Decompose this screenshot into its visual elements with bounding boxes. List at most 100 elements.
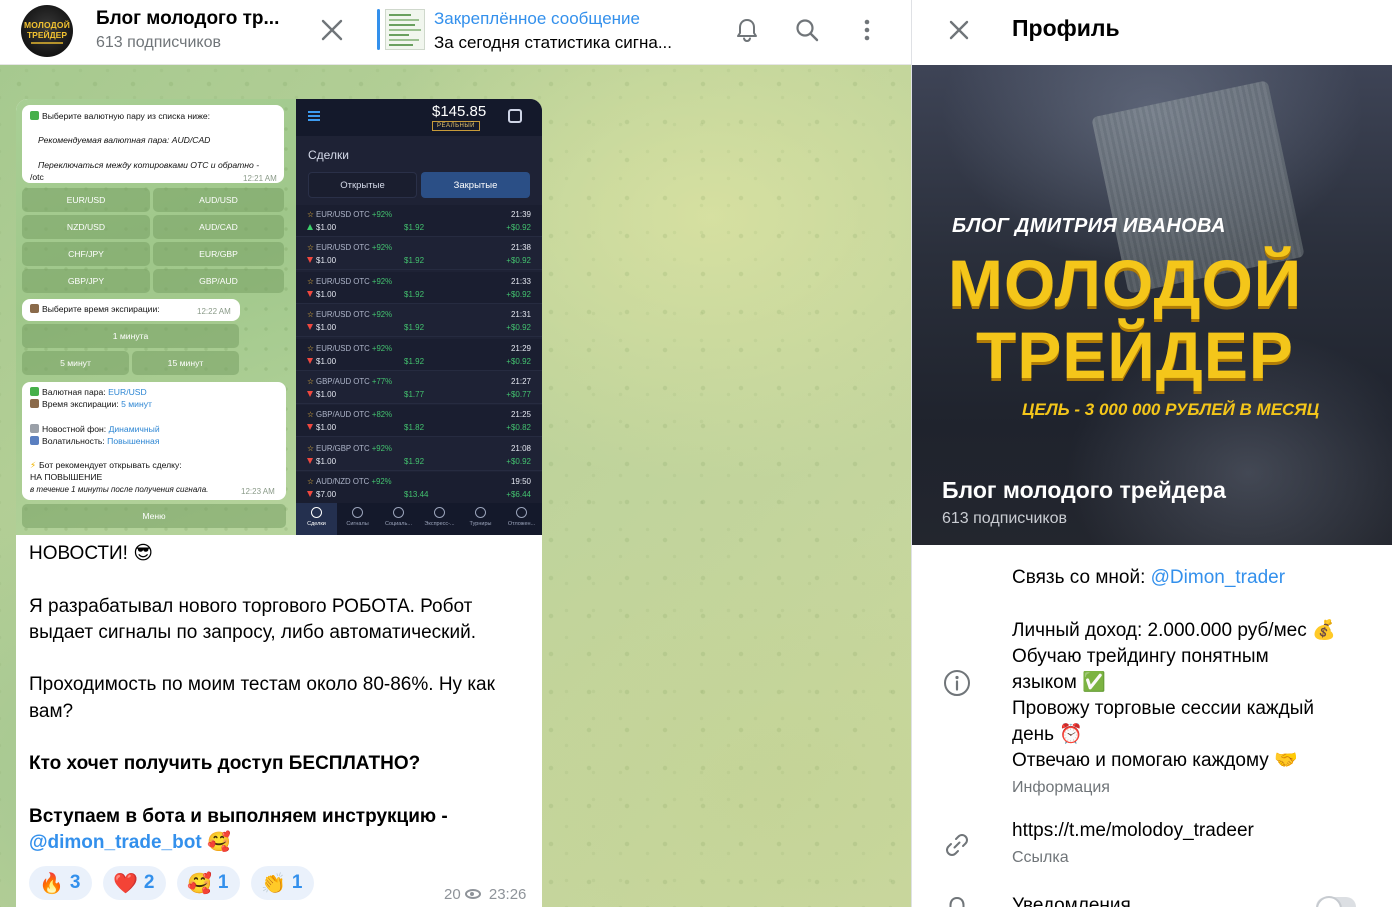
- bot-msg-expiry-time: 12:22 AM: [197, 307, 231, 316]
- contact-handle-link[interactable]: @Dimon_trader: [1151, 567, 1285, 588]
- trade-tab-closed: Закрытые: [421, 172, 530, 198]
- reaction-love[interactable]: 🥰 1: [177, 866, 241, 900]
- trade-nav-label: Сигналы: [346, 521, 369, 527]
- hourglass-icon: [516, 507, 527, 518]
- pair-button[interactable]: EUR/GBP: [153, 242, 284, 266]
- star-icon: ☆: [307, 477, 314, 487]
- close-icon[interactable]: [312, 10, 352, 50]
- post-line-news: НОВОСТИ! 😎: [29, 543, 154, 564]
- pair-button[interactable]: AUD/CAD: [153, 215, 284, 239]
- trade-time: 21:31: [510, 310, 531, 320]
- cover-line-1: БЛОГ ДМИТРИЯ ИВАНОВА: [952, 215, 1226, 237]
- trade-pct: +92%: [371, 243, 393, 253]
- menu-button[interactable]: Меню: [22, 504, 286, 528]
- star-icon: ☆: [307, 210, 314, 219]
- trade-time: 21:08: [510, 443, 531, 453]
- trade-nav-item: Сигналы: [337, 503, 378, 535]
- expiry-button[interactable]: 5 минут: [22, 351, 129, 375]
- trade-payout: $1.92: [404, 323, 425, 333]
- trade-amount: $1.00: [307, 223, 336, 232]
- trade-profit: +$0.77: [506, 390, 531, 399]
- bot-screenshot-image[interactable]: Выберите валютную пару из списка ниже: Р…: [16, 99, 296, 535]
- trade-pair: ☆ EUR/USD OTC +92%: [307, 210, 392, 219]
- trade-profit: +$0.82: [506, 423, 531, 433]
- trade-nav-item: Экспресс-...: [419, 503, 460, 535]
- trade-amount: $1.00: [307, 323, 336, 332]
- pair-button[interactable]: EUR/USD: [22, 188, 150, 212]
- reaction-fire[interactable]: 🔥 3: [29, 866, 93, 900]
- search-icon[interactable]: [787, 10, 827, 50]
- notifications-toggle[interactable]: [1316, 896, 1356, 907]
- post-para-2: Проходимость по моим тестам около 80-86%…: [29, 674, 495, 722]
- eye-icon: [464, 889, 481, 899]
- link-label: Ссылка: [1012, 849, 1069, 866]
- trade-amount: $1.00: [307, 290, 336, 299]
- pair-button[interactable]: NZD/USD: [22, 215, 150, 239]
- trade-profit: +$0.92: [506, 223, 531, 232]
- trade-amount-value: $1.00: [316, 223, 337, 232]
- trading-screenshot-image[interactable]: $145.85 РЕАЛЬНЫЙ Сделки Открытые Закрыты…: [296, 99, 542, 535]
- bot-msg-otc-link[interactable]: /otc: [30, 172, 44, 183]
- trade-row: ☆ AUD/NZD OTC +92% 19:50 $7.00 $13.44 +$6.44: [296, 472, 542, 505]
- signal-vol-value: Повышенная: [107, 436, 160, 446]
- close-icon[interactable]: [939, 10, 979, 50]
- pair-button[interactable]: GBP/JPY: [22, 269, 150, 293]
- signal-direction: НА ПОВЫШЕНИЕ: [30, 472, 103, 482]
- trade-payout: $1.92: [404, 289, 425, 299]
- trade-row: ☆ EUR/USD OTC +92% 21:29 $1.00 $1.92 +$0.92: [296, 338, 542, 371]
- signal-news-label: Новостной фон:: [42, 424, 107, 434]
- trade-time: 21:25: [510, 410, 531, 420]
- trade-pct: +92%: [371, 443, 392, 453]
- trade-time: 21:33: [510, 276, 531, 286]
- bot-mention-link[interactable]: @dimon_trade_bot: [29, 832, 202, 853]
- profile-link[interactable]: https://t.me/molodoy_tradeer: [1012, 818, 1254, 844]
- post-time: 23:26: [488, 886, 527, 903]
- trade-gift-icon: [508, 109, 522, 123]
- trade-nav-label: Социаль...: [385, 521, 412, 527]
- more-vertical-icon[interactable]: [847, 10, 887, 50]
- trade-pair: ☆ GBP/AUD OTC +77%: [307, 377, 392, 386]
- trade-tab-open: Открытые: [308, 172, 417, 198]
- star-icon: ☆: [307, 276, 314, 286]
- trade-amount: $7.00: [307, 490, 336, 499]
- avatar-underline: [31, 42, 63, 44]
- trade-pair-name: EUR/USD OTC: [316, 276, 370, 286]
- trade-nav-label: Отложен...: [507, 521, 536, 527]
- channel-title[interactable]: Блог молодого тр...: [96, 8, 286, 30]
- post-text: НОВОСТИ! 😎 Я разрабатывал нового торгово…: [29, 541, 534, 857]
- pair-button[interactable]: CHF/JPY: [22, 242, 150, 266]
- trade-pair: ☆ EUR/USD OTC +92%: [307, 344, 392, 353]
- trade-payout: $13.44: [404, 490, 429, 500]
- star-icon: ☆: [307, 443, 314, 453]
- expiry-button[interactable]: 1 минута: [22, 324, 239, 348]
- channel-avatar[interactable]: МОЛОДОЙ ТРЕЙДЕР: [21, 5, 73, 57]
- post-para-4: Вступаем в бота и выполняем инструкцию -: [29, 805, 448, 827]
- bot-msg-pair-rec: Рекомендуемая валютная пара: AUD/CAD: [38, 135, 211, 145]
- bell-icon[interactable]: [727, 10, 767, 50]
- pinned-title[interactable]: Закреплённое сообщение: [434, 9, 640, 29]
- signal-icon: [352, 507, 363, 518]
- reaction-heart[interactable]: ❤️ 2: [103, 866, 167, 900]
- signal-pair-label: Валютная пара:: [42, 387, 106, 397]
- pinned-thumbnail[interactable]: [385, 9, 425, 50]
- pair-button[interactable]: GBP/AUD: [153, 269, 284, 293]
- trade-row: ☆ EUR/GBP OTC +92% 21:08 $1.00 $1.92 +$0.92: [296, 438, 542, 471]
- trade-pct: +92%: [371, 343, 393, 353]
- pinned-text[interactable]: За сегодня статистика сигна...: [434, 33, 690, 53]
- trade-pair-name: EUR/USD OTC: [316, 210, 370, 219]
- pair-button[interactable]: AUD/USD: [153, 188, 284, 212]
- bot-msg-expiry: Выберите время экспирации: 12:22 AM: [22, 299, 240, 321]
- trade-amount-value: $1.00: [316, 456, 337, 466]
- arrow-down-icon: [307, 357, 313, 364]
- trade-row: ☆ EUR/USD OTC +92% 21:33 $1.00 $1.92 +$0.92: [296, 271, 542, 304]
- trade-section-title: Сделки: [308, 148, 349, 162]
- trade-pair-name: EUR/USD OTC: [316, 310, 370, 320]
- contact-prefix: Связь со мной:: [1012, 567, 1151, 588]
- reaction-clap[interactable]: 👏 1: [251, 866, 315, 900]
- trade-row: ☆ EUR/USD OTC +92% 21:38 $1.00 $1.92 +$0.92: [296, 238, 542, 271]
- trade-pair: ☆ EUR/GBP OTC +92%: [307, 444, 392, 453]
- mention-emoji: 🥰: [206, 832, 231, 854]
- profile-panel: Профиль БЛОГ ДМИТРИЯ ИВАНОВА МОЛОДОЙ ТРЕ…: [911, 0, 1392, 907]
- smiling-hearts-icon: 🥰: [187, 872, 212, 895]
- expiry-button[interactable]: 15 минут: [132, 351, 239, 375]
